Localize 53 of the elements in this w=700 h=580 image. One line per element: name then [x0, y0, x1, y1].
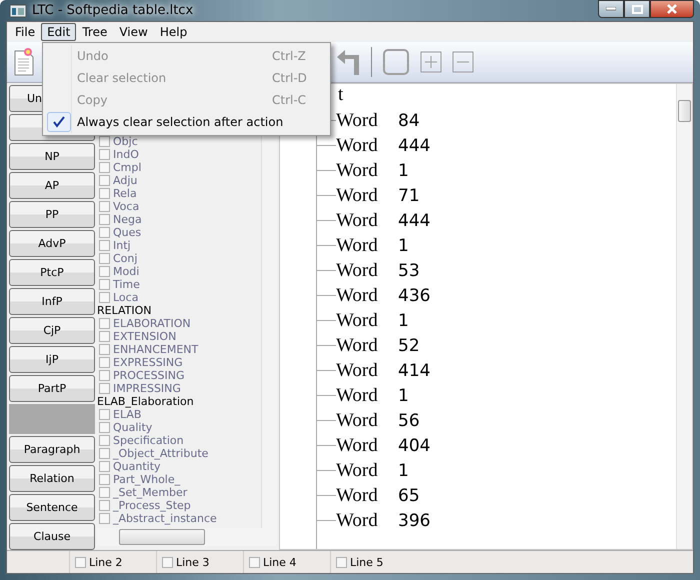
- tag-label: ELAB: [113, 408, 142, 421]
- tree-node-number: 1: [398, 386, 409, 406]
- tag-label: IMPRESSING: [113, 382, 181, 395]
- tag-label: _Set_Member: [113, 486, 188, 499]
- line-toggle-label: Line 2: [89, 556, 122, 568]
- tag-label: Adju: [113, 174, 138, 187]
- tag-label: ENHANCEMENT: [113, 343, 198, 356]
- tree-node-number: 1: [398, 460, 409, 480]
- tag-label: Quality: [113, 421, 152, 434]
- tree-root-label: t: [337, 84, 344, 107]
- tag-label: Cmpl: [113, 161, 142, 174]
- tag-label: _Object_Attribute: [113, 447, 208, 460]
- tag-label: Nega: [113, 213, 142, 226]
- tree-node-number: 444: [398, 210, 430, 230]
- tree-node-number: 52: [398, 336, 420, 356]
- tag-label: Quantity: [113, 460, 161, 473]
- tree-node-number: 65: [398, 486, 420, 506]
- tag-label: EXTENSION: [113, 330, 176, 343]
- tag-label: IndO: [113, 148, 139, 161]
- line-toggle-label: Line 4: [263, 556, 296, 568]
- tag-label: Modi: [113, 265, 140, 278]
- tag-label: Objc: [113, 135, 138, 148]
- tree-node-number: 1: [398, 160, 409, 180]
- tag-label: Loca: [113, 291, 138, 304]
- line-toggle-label: Line 5: [350, 556, 384, 568]
- tag-label: Specification: [113, 434, 184, 447]
- tag-label: Voca: [113, 200, 140, 213]
- tree-node-number: 414: [398, 360, 430, 380]
- tag-label: _Abstract_instance: [113, 512, 217, 525]
- tree-node-number: 1: [398, 310, 409, 330]
- tag-label: Rela: [113, 187, 137, 200]
- tree-node-number: 84: [398, 110, 420, 130]
- tag-label: Intj: [113, 239, 131, 252]
- tag-label: _Process_Step: [113, 499, 191, 512]
- tree-node-number: 71: [398, 186, 420, 206]
- tag-label: Conj: [113, 252, 138, 265]
- tree-node-number: 436: [398, 286, 430, 306]
- tree-node-number: 396: [398, 510, 430, 530]
- tag-label: EXPRESSING: [113, 356, 183, 369]
- group-heading: RELATION: [97, 304, 152, 317]
- tree-node-number: 56: [398, 410, 420, 430]
- window-title: LTC - Softpedia table.ltcx: [32, 3, 194, 18]
- tag-label: PROCESSING: [113, 369, 185, 382]
- line-toggle-label: Line 3: [176, 556, 210, 568]
- tag-label: Time: [113, 278, 140, 291]
- tree-node-number: 404: [398, 436, 430, 456]
- tag-label: Part_Whole_: [113, 473, 180, 486]
- group-heading: ELAB_Elaboration: [97, 395, 194, 408]
- tag-label: ELABORATION: [113, 317, 191, 330]
- tag-label: Ques: [113, 226, 142, 239]
- tree-node-number: 444: [398, 136, 430, 156]
- tree-node-number: 1: [398, 236, 409, 256]
- tree-node-number: 53: [398, 260, 420, 280]
